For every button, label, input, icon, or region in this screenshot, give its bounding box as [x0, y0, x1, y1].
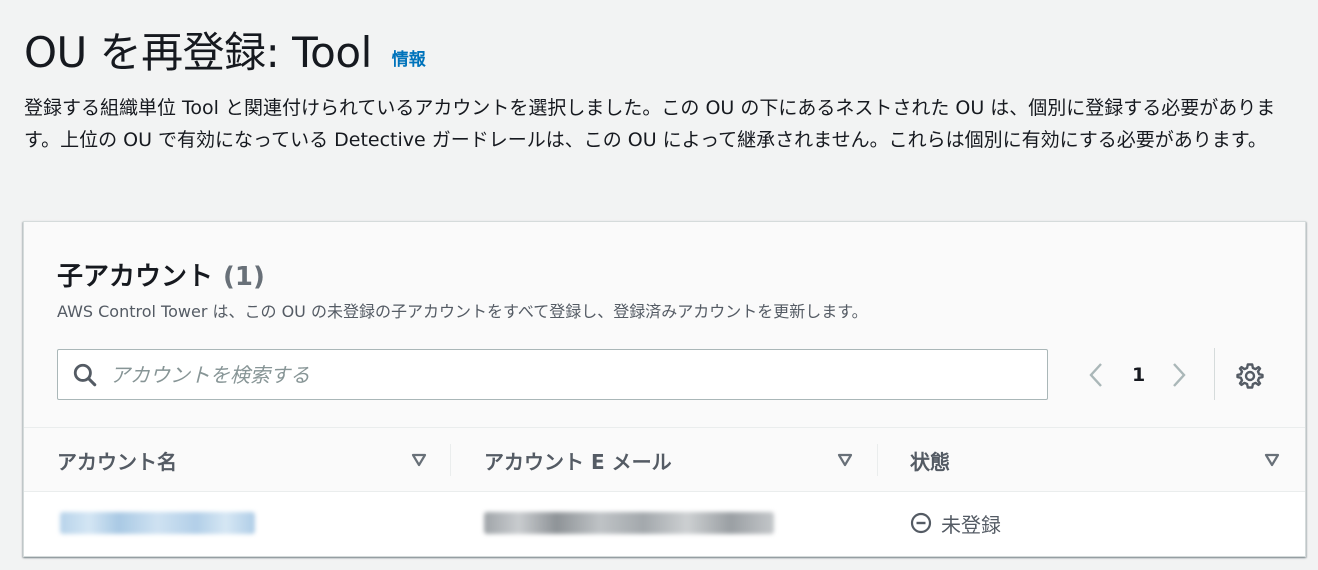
child-accounts-table-container: 子アカウント (1) AWS Control Tower は、この OU の未登… [23, 221, 1306, 557]
table-header: アカウント名 アカウント E メール 状態 [24, 428, 1305, 492]
column-header-account-name[interactable]: アカウント名 [57, 428, 177, 492]
preferences-button[interactable] [1235, 361, 1265, 391]
pagination: 1 [1084, 349, 1191, 400]
status-text: 未登録 [941, 512, 1001, 537]
column-label: 状態 [910, 449, 950, 474]
account-email-redacted [484, 512, 774, 534]
status-cell: 未登録 [910, 492, 1001, 554]
search-icon [73, 363, 97, 386]
column-divider[interactable] [450, 444, 451, 476]
title-row: OU を再登録: Tool 情報 [24, 28, 1294, 78]
search-input[interactable] [110, 362, 1010, 387]
toolbar-divider [1214, 348, 1215, 400]
stopped-icon [910, 512, 932, 534]
info-link[interactable]: 情報 [392, 45, 426, 70]
panel-title: 子アカウント [57, 262, 214, 292]
panel-count: (1) [223, 262, 265, 292]
page-description: 登録する組織単位 Tool と関連付けられているアカウントを選択しました。この … [24, 97, 1276, 151]
chevron-left-icon [1089, 362, 1102, 387]
container-header: 子アカウント (1) AWS Control Tower は、この OU の未登… [24, 222, 1305, 428]
panel-heading: 子アカウント (1) [57, 256, 265, 293]
page-title: OU を再登録: Tool [24, 28, 372, 77]
account-name-cell [60, 492, 255, 554]
previous-page-button[interactable] [1084, 362, 1110, 388]
column-divider[interactable] [877, 444, 878, 476]
table-row: 未登録 [24, 492, 1305, 554]
account-name-link-redacted[interactable] [60, 512, 255, 534]
column-header-status[interactable]: 状態 [910, 428, 950, 492]
search-box[interactable] [57, 349, 1048, 400]
column-label: アカウント名 [57, 449, 177, 474]
page-number-1[interactable]: 1 [1132, 364, 1145, 386]
caret-down-icon[interactable] [411, 453, 427, 467]
panel-description: AWS Control Tower は、この OU の未登録の子アカウントをすべ… [57, 302, 868, 321]
caret-down-icon[interactable] [837, 453, 853, 467]
caret-down-icon[interactable] [1264, 453, 1280, 467]
next-page-button[interactable] [1165, 362, 1191, 388]
account-email-cell [484, 492, 774, 554]
page-header: OU を再登録: Tool 情報 登録する組織単位 Tool と関連付けられてい… [24, 28, 1294, 156]
column-header-account-email[interactable]: アカウント E メール [484, 428, 672, 492]
gear-icon [1236, 363, 1264, 389]
chevron-right-icon [1173, 362, 1186, 387]
column-label: アカウント E メール [484, 449, 672, 474]
